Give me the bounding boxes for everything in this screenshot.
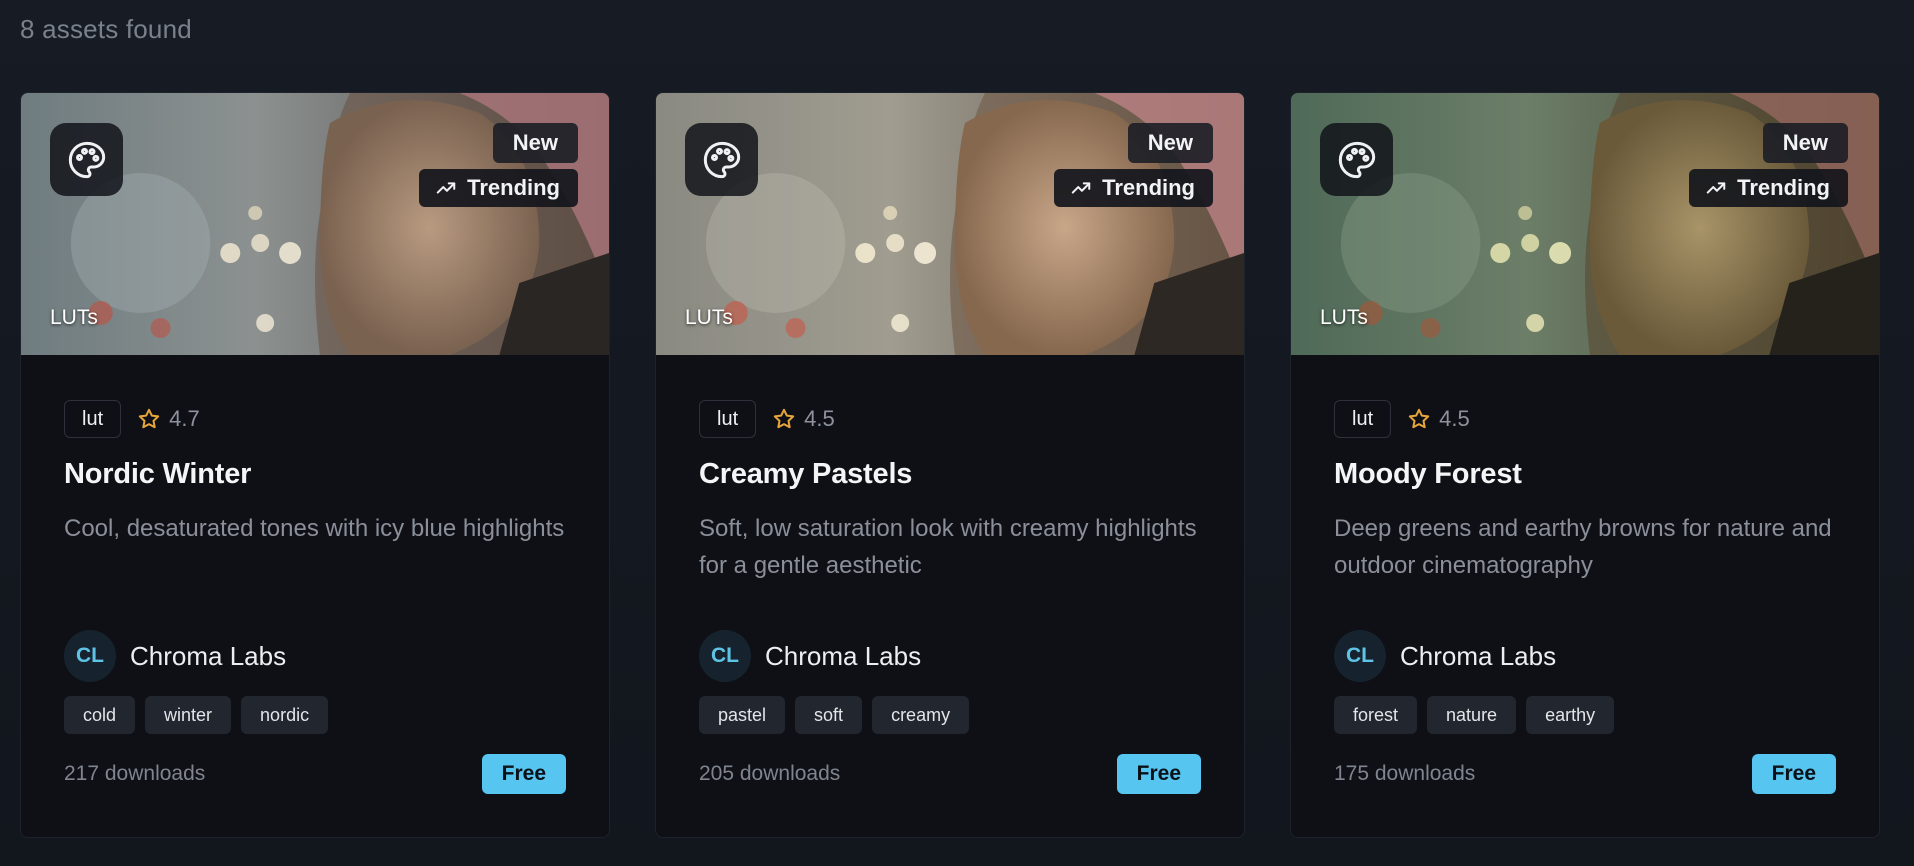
tag[interactable]: winter [145,696,232,734]
asset-type-chip: lut [1334,400,1392,438]
asset-card[interactable]: New Trending LUTs lut 4.7 Nordic Winter … [20,92,610,838]
avatar: CL [1334,630,1386,682]
trending-up-icon [1706,182,1726,194]
tag[interactable]: earthy [1526,696,1615,734]
tag[interactable]: pastel [699,696,786,734]
tag-list: cold winter nordic [64,696,566,734]
tag[interactable]: creamy [872,696,970,734]
trending-label: Trending [467,175,560,200]
author-name[interactable]: Chroma Labs [1400,641,1556,672]
results-count: 8 assets found [20,14,192,44]
tag-list: forest nature earthy [1334,696,1836,734]
trending-up-icon [1071,182,1091,194]
tag[interactable]: forest [1334,696,1418,734]
asset-description: Deep greens and earthy browns for nature… [1334,515,1832,579]
tag[interactable]: cold [64,696,136,734]
download-count: 205 downloads [699,762,841,785]
asset-grid: New Trending LUTs lut 4.7 Nordic Winter … [20,92,1880,838]
download-count: 217 downloads [64,762,206,785]
rating-value: 4.7 [169,406,200,431]
rating-value: 4.5 [804,406,835,431]
thumbnail-category: LUTs [1320,306,1368,329]
price-badge[interactable]: Free [481,754,566,794]
trending-label: Trending [1102,175,1195,200]
tag-list: pastel soft creamy [699,696,1201,734]
palette-icon [50,123,123,196]
author-name[interactable]: Chroma Labs [130,641,286,672]
author[interactable]: CL Chroma Labs [64,630,566,682]
thumbnail-category: LUTs [50,306,98,329]
trending-badge: Trending [419,169,578,207]
asset-thumbnail[interactable]: New Trending LUTs [656,93,1244,355]
asset-type-chip: lut [64,400,122,438]
download-count: 175 downloads [1334,762,1476,785]
star-icon [138,408,160,429]
new-badge: New [1762,123,1848,163]
asset-title[interactable]: Moody Forest [1334,458,1836,491]
rating: 4.7 [137,406,200,432]
asset-title[interactable]: Nordic Winter [64,458,566,491]
star-icon [1408,408,1430,429]
author-name[interactable]: Chroma Labs [765,641,921,672]
new-badge: New [492,123,578,163]
palette-icon [685,123,758,196]
author[interactable]: CL Chroma Labs [1334,630,1836,682]
rating-value: 4.5 [1439,406,1470,431]
thumbnail-category: LUTs [685,306,733,329]
new-badge: New [1127,123,1213,163]
rating: 4.5 [1407,406,1470,432]
avatar: CL [64,630,116,682]
asset-title[interactable]: Creamy Pastels [699,458,1201,491]
trending-up-icon [436,182,456,194]
asset-description: Soft, low saturation look with creamy hi… [699,515,1197,579]
palette-icon [1320,123,1393,196]
asset-card[interactable]: New Trending LUTs lut 4.5 Moody Forest D… [1290,92,1880,838]
trending-label: Trending [1737,175,1830,200]
asset-type-chip: lut [699,400,757,438]
tag[interactable]: nature [1427,696,1517,734]
asset-description: Cool, desaturated tones with icy blue hi… [64,515,565,542]
avatar: CL [699,630,751,682]
trending-badge: Trending [1054,169,1213,207]
asset-card[interactable]: New Trending LUTs lut 4.5 Creamy Pastels… [655,92,1245,838]
author[interactable]: CL Chroma Labs [699,630,1201,682]
asset-browser: 8 assets found New Trending LUTs lut 4.7… [0,0,1914,866]
tag[interactable]: soft [795,696,863,734]
price-badge[interactable]: Free [1116,754,1201,794]
tag[interactable]: nordic [241,696,329,734]
asset-thumbnail[interactable]: New Trending LUTs [21,93,609,355]
star-icon [773,408,795,429]
asset-thumbnail[interactable]: New Trending LUTs [1291,93,1879,355]
rating: 4.5 [772,406,835,432]
price-badge[interactable]: Free [1751,754,1836,794]
trending-badge: Trending [1689,169,1848,207]
